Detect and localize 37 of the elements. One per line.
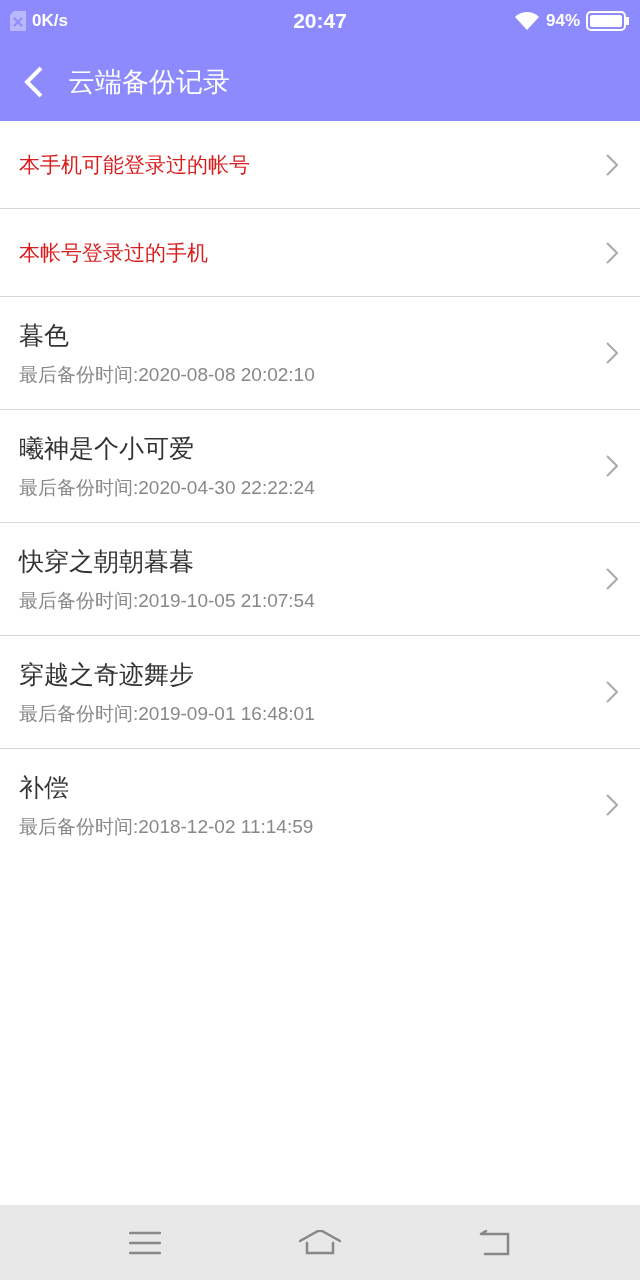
chevron-right-icon: [606, 342, 618, 364]
backup-item[interactable]: 穿越之奇迹舞步 最后备份时间:2019-09-01 16:48:01: [0, 636, 640, 749]
backup-time: 最后备份时间:2019-09-01 16:48:01: [19, 701, 315, 726]
backup-name: 穿越之奇迹舞步: [19, 658, 195, 691]
chevron-right-icon: [606, 153, 618, 176]
backup-name: 快穿之朝朝暮暮: [19, 545, 195, 578]
battery-percent: 94%: [545, 11, 580, 31]
backup-item[interactable]: 曦神是个小可爱 最后备份时间:2020-04-30 22:22:24: [0, 410, 640, 523]
backup-time: 最后备份时间:2020-08-08 20:02:10: [19, 362, 315, 387]
chevron-right-icon: [606, 241, 618, 264]
menu-icon[interactable]: [129, 1230, 161, 1255]
menu-item-label: 本手机可能登录过的帐号: [19, 151, 250, 179]
backup-name: 曦神是个小可爱: [19, 432, 195, 465]
back-icon[interactable]: [24, 65, 44, 98]
clock-time: 20:47: [293, 9, 347, 33]
home-icon[interactable]: [299, 1229, 341, 1256]
chevron-right-icon: [606, 455, 618, 477]
chevron-right-icon: [606, 568, 618, 590]
menu-item-label: 本帐号登录过的手机: [19, 239, 208, 267]
network-speed: 0K/s: [32, 11, 68, 31]
backup-name: 暮色: [19, 319, 70, 352]
wifi-icon: [513, 11, 540, 31]
backup-time: 最后备份时间:2018-12-02 11:14:59: [19, 814, 314, 839]
menu-item[interactable]: 本手机可能登录过的帐号: [0, 121, 640, 209]
chevron-right-icon: [606, 681, 618, 703]
backup-item[interactable]: 暮色 最后备份时间:2020-08-08 20:02:10: [0, 297, 640, 410]
sim-card-icon: [10, 11, 26, 31]
backup-time: 最后备份时间:2019-10-05 21:07:54: [19, 588, 315, 613]
battery-icon: [586, 11, 630, 31]
page-title: 云端备份记录: [68, 64, 230, 99]
backup-item[interactable]: 快穿之朝朝暮暮 最后备份时间:2019-10-05 21:07:54: [0, 523, 640, 636]
menu-item[interactable]: 本帐号登录过的手机: [0, 209, 640, 297]
backup-time: 最后备份时间:2020-04-30 22:22:24: [19, 475, 315, 500]
backup-item[interactable]: 补偿 最后备份时间:2018-12-02 11:14:59: [0, 749, 640, 861]
back-nav-icon[interactable]: [479, 1229, 511, 1256]
chevron-right-icon: [606, 794, 618, 816]
backup-name: 补偿: [19, 771, 70, 804]
